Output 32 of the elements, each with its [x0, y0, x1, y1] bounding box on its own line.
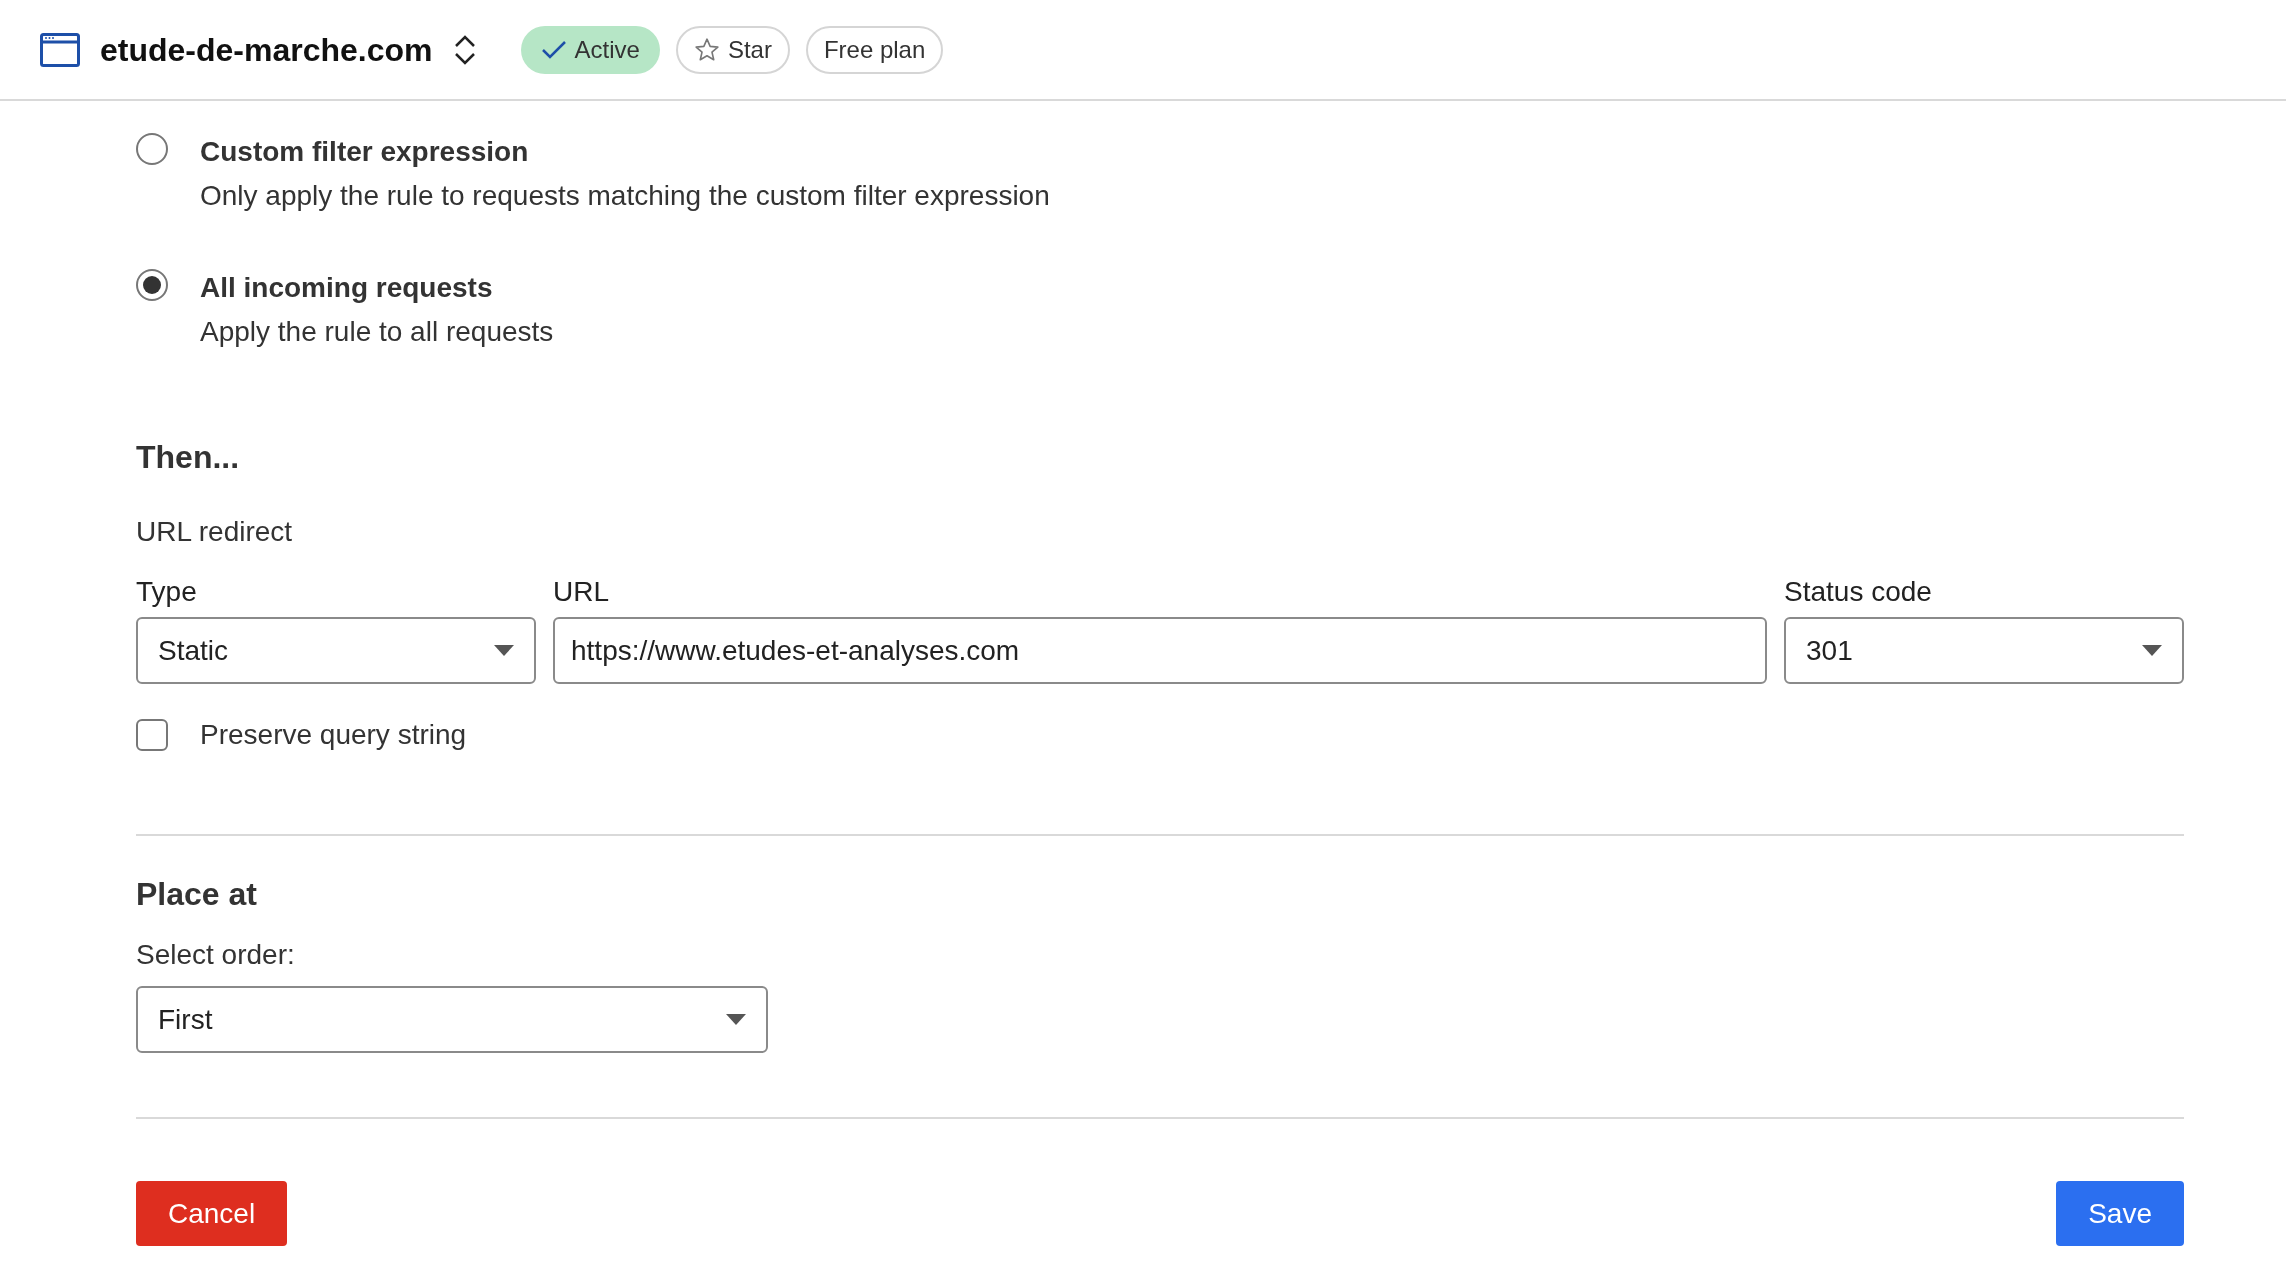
dropdown-caret-icon [2142, 645, 2162, 656]
save-button[interactable]: Save [2056, 1181, 2184, 1246]
check-icon [540, 39, 567, 60]
checkbox-label: Preserve query string [200, 718, 467, 752]
option-description: Only apply the rule to requests matching the custom filter expression [200, 179, 1050, 213]
action-label: URL redirect [136, 515, 294, 549]
dropdown-caret-icon [726, 1014, 746, 1025]
field-label: URL [553, 575, 610, 609]
radio-button[interactable] [136, 133, 168, 165]
domain-title: etude-de-marche.com [100, 30, 433, 70]
field-label: Select order: [136, 938, 296, 972]
cancel-button[interactable]: Cancel [136, 1181, 288, 1246]
star-button[interactable]: Star [675, 25, 790, 74]
checkbox[interactable] [136, 719, 168, 751]
chevron-up-down-icon[interactable] [452, 33, 477, 66]
section-heading: Then... [136, 438, 241, 477]
browser-window-icon [40, 32, 80, 67]
dropdown-caret-icon [494, 645, 514, 656]
field-label: Type [136, 575, 198, 609]
select-dropdown[interactable]: Static [136, 617, 536, 684]
field-label: Status code [1784, 575, 1933, 609]
section-heading: Place at [136, 875, 258, 914]
select-dropdown[interactable]: First [136, 986, 768, 1053]
radio-button[interactable] [136, 269, 168, 301]
option-description: Apply the rule to all requests [200, 315, 554, 349]
star-icon [693, 36, 720, 63]
option-title: Custom filter expression [200, 135, 530, 169]
select-dropdown[interactable]: 301 [1784, 617, 2184, 684]
option-title: All incoming requests [200, 271, 494, 305]
status-badge: Active [520, 25, 660, 74]
url-input-field[interactable]: https://www.etudes-et-analyses.com [553, 617, 1767, 684]
plan-badge: Free plan [805, 25, 944, 74]
